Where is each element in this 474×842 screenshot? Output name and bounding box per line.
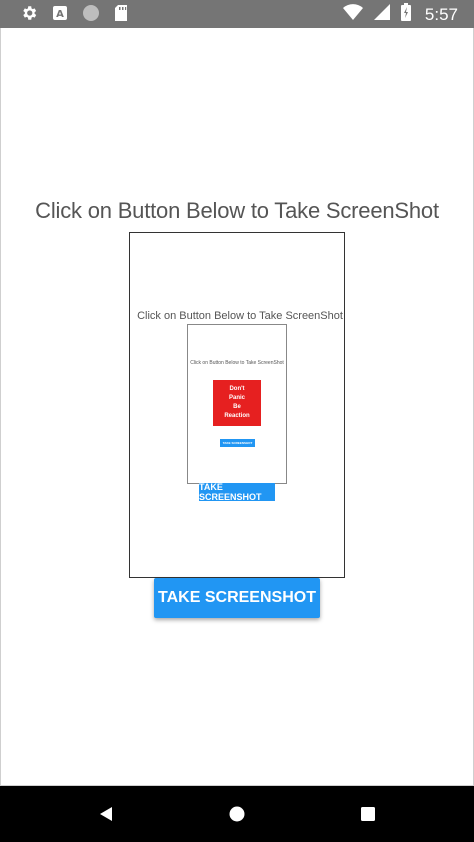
- recents-icon[interactable]: [356, 802, 380, 826]
- battery-icon: [400, 3, 411, 26]
- image-line: Panic: [228, 395, 245, 401]
- preview-title: Click on Button Below to Take ScreenShot: [137, 310, 343, 322]
- back-icon[interactable]: [94, 802, 118, 826]
- app-a-icon: A: [52, 5, 68, 26]
- image-line: Reaction: [224, 413, 250, 419]
- nested-preview-title: Click on Button Below to Take ScreenShot: [190, 360, 284, 366]
- nested-preview-button: TAKE SCREENSHOT: [220, 439, 255, 447]
- page-title: Click on Button Below to Take ScreenShot: [35, 198, 439, 223]
- wifi-icon: [342, 3, 363, 26]
- sdcard-icon: [114, 4, 128, 27]
- preview-button: TAKE SCREENSHOT: [199, 482, 275, 502]
- dont-panic-image: Don't Panic Be Reaction: [213, 380, 261, 426]
- image-line: Be: [233, 404, 241, 410]
- take-screenshot-button[interactable]: TAKE SCREENSHOT: [154, 578, 320, 618]
- image-line: Don't: [229, 386, 245, 392]
- gear-icon: [20, 4, 38, 27]
- home-icon[interactable]: [225, 802, 249, 826]
- signal-icon: [373, 3, 391, 26]
- status-bar: A 5:57: [0, 0, 474, 28]
- navigation-bar: [0, 786, 474, 842]
- svg-text:A: A: [56, 9, 64, 20]
- clock: 5:57: [424, 4, 458, 24]
- circle-icon: [82, 4, 100, 27]
